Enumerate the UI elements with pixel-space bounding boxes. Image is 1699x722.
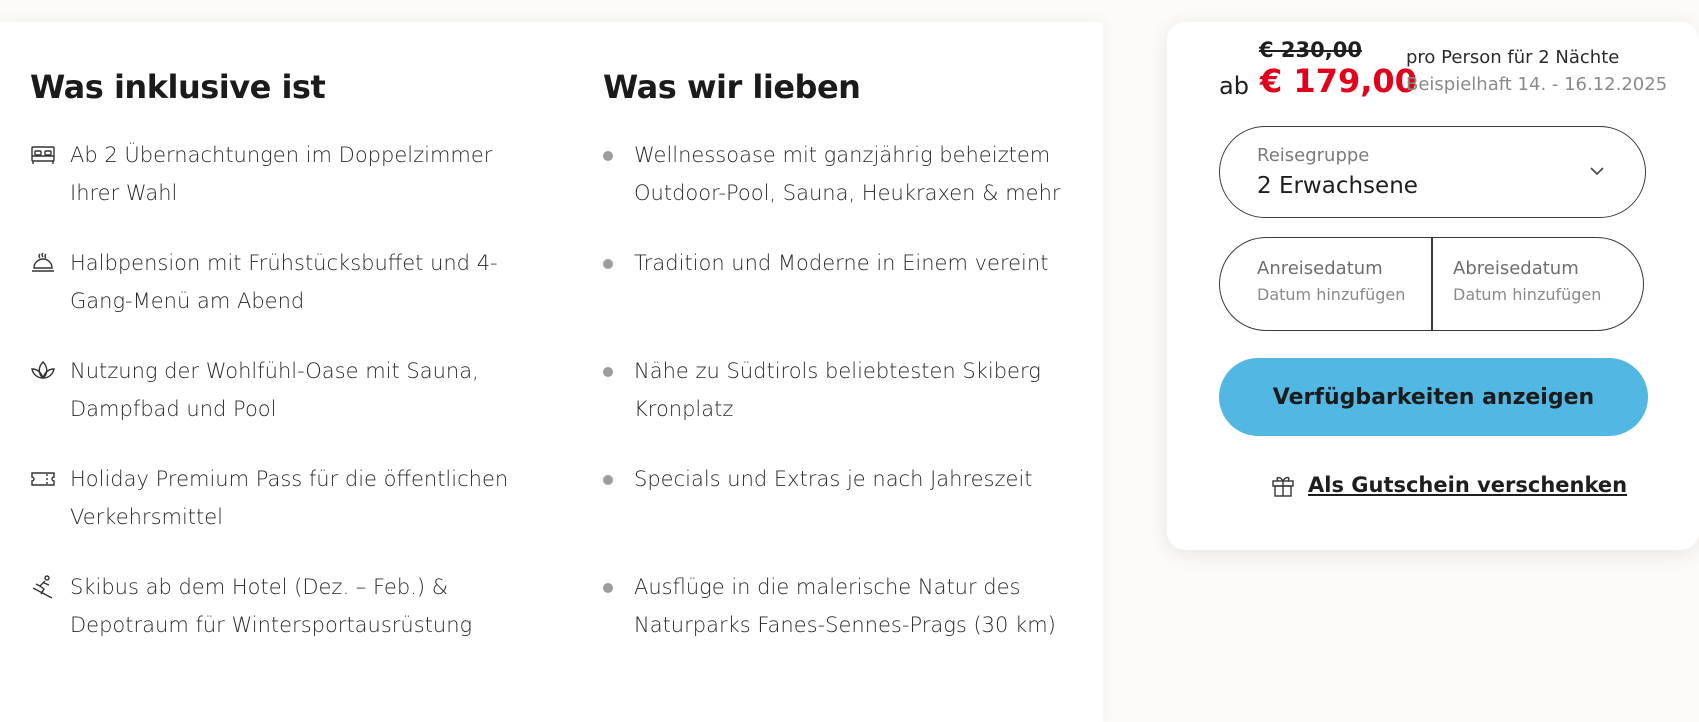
departure-date-field[interactable]: Abreisedatum Datum hinzufügen bbox=[1432, 238, 1642, 330]
included-item-text: Holiday Premium Pass für die öffentliche… bbox=[70, 467, 509, 529]
bullet-icon bbox=[603, 259, 613, 269]
highlight-text: Ausflüge in die malerische Natur des Nat… bbox=[634, 575, 1056, 637]
travel-group-label: Reisegruppe bbox=[1257, 145, 1370, 166]
included-item-text: Halbpension mit Frühstücksbuffet und 4-G… bbox=[70, 251, 498, 313]
bed-icon bbox=[30, 142, 56, 168]
dining-icon bbox=[30, 250, 56, 276]
highlight-text: Specials und Extras je nach Jahreszeit bbox=[634, 467, 1033, 491]
skier-icon bbox=[30, 574, 56, 600]
show-availability-button[interactable]: Verfügbarkeiten anzeigen bbox=[1219, 358, 1648, 436]
included-item-text: Nutzung der Wohlfühl-Oase mit Sauna, Dam… bbox=[70, 359, 479, 421]
booking-card: € 230,00 ab € 179,00 pro Person für 2 Nä… bbox=[1167, 22, 1699, 550]
example-dates: Beispielhaft 14. - 16.12.2025 bbox=[1406, 74, 1668, 95]
included-title: Was inklusive ist bbox=[30, 68, 326, 106]
travel-group-value: 2 Erwachsene bbox=[1257, 173, 1418, 199]
bullet-icon bbox=[603, 367, 613, 377]
bullet-icon bbox=[603, 151, 613, 161]
package-details-card: Was inklusive ist Ab 2 Übernachtungen im… bbox=[0, 22, 1103, 722]
original-price: € 230,00 bbox=[1259, 38, 1362, 62]
departure-date-placeholder: Datum hinzufügen bbox=[1453, 285, 1602, 304]
highlights-title: Was wir lieben bbox=[603, 68, 861, 106]
included-item-text: Ab 2 Übernachtungen im Doppelzimmer Ihre… bbox=[70, 143, 493, 205]
arrival-date-placeholder: Datum hinzufügen bbox=[1257, 285, 1406, 304]
price-basis: pro Person für 2 Nächte bbox=[1406, 47, 1620, 68]
chevron-down-icon bbox=[1587, 161, 1607, 181]
travel-group-select[interactable]: Reisegruppe 2 Erwachsene bbox=[1219, 126, 1646, 218]
ticket-icon bbox=[30, 466, 56, 492]
highlight-text: Nähe zu Südtirols beliebtesten Skiberg K… bbox=[634, 359, 1041, 421]
highlight-text: Wellnessoase mit ganzjährig beheiztem Ou… bbox=[634, 143, 1061, 205]
departure-date-label: Abreisedatum bbox=[1453, 258, 1579, 279]
arrival-date-field[interactable]: Anreisedatum Datum hinzufügen bbox=[1220, 238, 1430, 330]
bullet-icon bbox=[603, 475, 613, 485]
bullet-icon bbox=[603, 583, 613, 593]
arrival-date-label: Anreisedatum bbox=[1257, 258, 1383, 279]
included-item-text: Skibus ab dem Hotel (Dez. – Feb.) & Depo… bbox=[70, 575, 473, 637]
gift-voucher-label[interactable]: Als Gutschein verschenken bbox=[1308, 473, 1627, 497]
lotus-icon bbox=[30, 358, 56, 384]
gift-icon bbox=[1270, 472, 1296, 498]
offer-price: € 179,00 bbox=[1260, 62, 1417, 100]
date-range-picker: Anreisedatum Datum hinzufügen Abreisedat… bbox=[1219, 237, 1644, 331]
price-prefix: ab bbox=[1219, 72, 1249, 100]
highlight-text: Tradition und Moderne in Einem vereint bbox=[634, 251, 1049, 275]
